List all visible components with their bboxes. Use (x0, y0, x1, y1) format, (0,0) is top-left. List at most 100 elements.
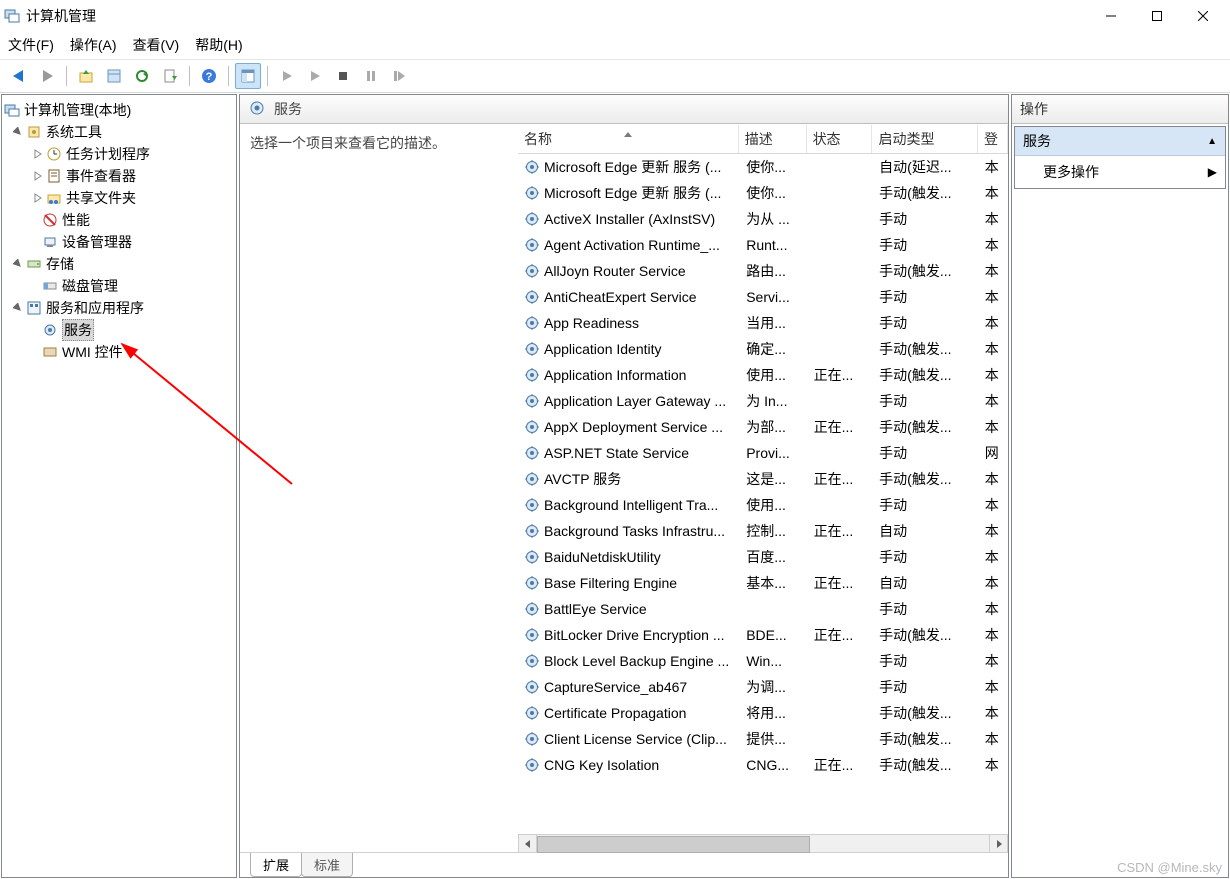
expand-icon[interactable] (32, 192, 44, 204)
actions-more-ops[interactable]: 更多操作 ▶ (1015, 156, 1225, 188)
disk-icon (42, 278, 58, 294)
col-status[interactable]: 状态 (807, 125, 873, 153)
menu-action[interactable]: 操作(A) (70, 35, 117, 55)
service-logon: 本 (979, 209, 1008, 229)
col-logon[interactable]: 登 (978, 125, 1008, 153)
service-row[interactable]: CaptureService_ab467为调...手动本 (518, 674, 1008, 700)
tab-extended[interactable]: 扩展 (250, 853, 302, 877)
refresh-button[interactable] (129, 63, 155, 89)
maximize-button[interactable] (1134, 0, 1180, 32)
tab-standard[interactable]: 标准 (301, 853, 353, 877)
service-desc: 为 In... (740, 391, 807, 411)
service-name: AntiCheatExpert Service (544, 289, 697, 305)
service-row[interactable]: CNG Key IsolationCNG...正在...手动(触发...本 (518, 752, 1008, 778)
back-button[interactable] (6, 63, 32, 89)
description-placeholder: 选择一个项目来查看它的描述。 (250, 135, 446, 151)
actions-section-title[interactable]: 服务 ▲ (1015, 127, 1225, 156)
stop-button[interactable] (330, 63, 356, 89)
help-button[interactable]: ? (196, 63, 222, 89)
service-row[interactable]: Block Level Backup Engine ...Win...手动本 (518, 648, 1008, 674)
tree-root[interactable]: 计算机管理(本地) (2, 99, 236, 121)
service-row[interactable]: BaiduNetdiskUtility百度...手动本 (518, 544, 1008, 570)
collapse-icon[interactable] (12, 258, 24, 270)
col-description[interactable]: 描述 (739, 125, 807, 153)
menubar: 文件(F) 操作(A) 查看(V) 帮助(H) (0, 32, 1230, 59)
service-row[interactable]: Application Information使用...正在...手动(触发..… (518, 362, 1008, 388)
service-row[interactable]: Application Layer Gateway ...为 In...手动本 (518, 388, 1008, 414)
tools-icon (26, 124, 42, 140)
tree-services[interactable]: 服务 (2, 319, 236, 341)
service-row[interactable]: Client License Service (Clip...提供...手动(触… (518, 726, 1008, 752)
view-tabs: 扩展 标准 (240, 852, 1008, 877)
scroll-left-icon[interactable] (518, 834, 537, 853)
service-desc: 使用... (740, 495, 807, 515)
service-row[interactable]: Microsoft Edge 更新 服务 (...使你...自动(延迟...本 (518, 154, 1008, 180)
collapse-icon[interactable] (12, 126, 24, 138)
close-button[interactable] (1180, 0, 1226, 32)
horizontal-scrollbar[interactable] (518, 834, 1008, 852)
properties-button[interactable] (101, 63, 127, 89)
service-row[interactable]: Microsoft Edge 更新 服务 (...使你...手动(触发...本 (518, 180, 1008, 206)
service-desc: 为部... (740, 417, 807, 437)
service-status: 正在... (808, 625, 874, 645)
service-startup: 手动 (873, 443, 979, 463)
service-name: ActiveX Installer (AxInstSV) (544, 211, 715, 227)
service-logon: 本 (979, 703, 1008, 723)
menu-view[interactable]: 查看(V) (133, 35, 180, 55)
service-row[interactable]: AntiCheatExpert ServiceServi...手动本 (518, 284, 1008, 310)
service-name: Base Filtering Engine (544, 575, 677, 591)
service-name: BitLocker Drive Encryption ... (544, 627, 725, 643)
tree-storage[interactable]: 存储 (2, 253, 236, 275)
service-list: 名称 描述 状态 启动类型 登 Microsoft Edge 更新 服务 (..… (518, 125, 1008, 852)
service-row[interactable]: Certificate Propagation将用...手动(触发...本 (518, 700, 1008, 726)
service-row[interactable]: AVCTP 服务这是...正在...手动(触发...本 (518, 466, 1008, 492)
col-name[interactable]: 名称 (518, 125, 739, 153)
col-startup[interactable]: 启动类型 (872, 125, 978, 153)
minimize-button[interactable] (1088, 0, 1134, 32)
service-row[interactable]: AllJoyn Router Service路由...手动(触发...本 (518, 258, 1008, 284)
start-button[interactable] (274, 63, 300, 89)
tree-performance[interactable]: 性能 (2, 209, 236, 231)
service-row[interactable]: Background Tasks Infrastru...控制...正在...自… (518, 518, 1008, 544)
tree-event-viewer[interactable]: 事件查看器 (2, 165, 236, 187)
tree-wmi[interactable]: WMI 控件 (2, 341, 236, 363)
menu-help[interactable]: 帮助(H) (195, 35, 242, 55)
pause-button[interactable] (358, 63, 384, 89)
service-name: Background Tasks Infrastru... (544, 523, 725, 539)
tree-system-tools[interactable]: 系统工具 (2, 121, 236, 143)
service-startup: 手动 (873, 547, 979, 567)
tree-shared-folders[interactable]: 共享文件夹 (2, 187, 236, 209)
tree-disk-management[interactable]: 磁盘管理 (2, 275, 236, 297)
service-row[interactable]: ActiveX Installer (AxInstSV)为从 ...手动本 (518, 206, 1008, 232)
tree-device-manager[interactable]: 设备管理器 (2, 231, 236, 253)
expand-icon[interactable] (32, 170, 44, 182)
service-row[interactable]: BattlEye Service手动本 (518, 596, 1008, 622)
service-startup: 手动(触发... (873, 183, 979, 203)
service-row[interactable]: AppX Deployment Service ...为部...正在...手动(… (518, 414, 1008, 440)
menu-file[interactable]: 文件(F) (8, 35, 54, 55)
service-row[interactable]: Agent Activation Runtime_...Runt...手动本 (518, 232, 1008, 258)
tree-services-apps[interactable]: 服务和应用程序 (2, 297, 236, 319)
service-name: Agent Activation Runtime_... (544, 237, 720, 253)
restart-button[interactable] (386, 63, 412, 89)
start-alt-button[interactable] (302, 63, 328, 89)
up-button[interactable] (73, 63, 99, 89)
service-row[interactable]: Application Identity确定...手动(触发...本 (518, 336, 1008, 362)
service-logon: 本 (979, 729, 1008, 749)
service-row[interactable]: Background Intelligent Tra...使用...手动本 (518, 492, 1008, 518)
scroll-thumb[interactable] (537, 836, 810, 853)
service-row[interactable]: BitLocker Drive Encryption ...BDE...正在..… (518, 622, 1008, 648)
list-header[interactable]: 名称 描述 状态 启动类型 登 (518, 125, 1008, 154)
expand-icon[interactable] (32, 148, 44, 160)
service-logon: 本 (979, 365, 1008, 385)
collapse-icon[interactable] (12, 302, 24, 314)
show-hide-button[interactable] (235, 63, 261, 89)
forward-button[interactable] (34, 63, 60, 89)
tree-task-scheduler[interactable]: 任务计划程序 (2, 143, 236, 165)
service-row[interactable]: App Readiness当用...手动本 (518, 310, 1008, 336)
service-row[interactable]: ASP.NET State ServiceProvi...手动网 (518, 440, 1008, 466)
export-button[interactable] (157, 63, 183, 89)
tree-pane[interactable]: 计算机管理(本地) 系统工具 任务计划程序 事件查看器 (1, 94, 237, 878)
service-row[interactable]: Base Filtering Engine基本...正在...自动本 (518, 570, 1008, 596)
scroll-right-icon[interactable] (989, 834, 1008, 853)
